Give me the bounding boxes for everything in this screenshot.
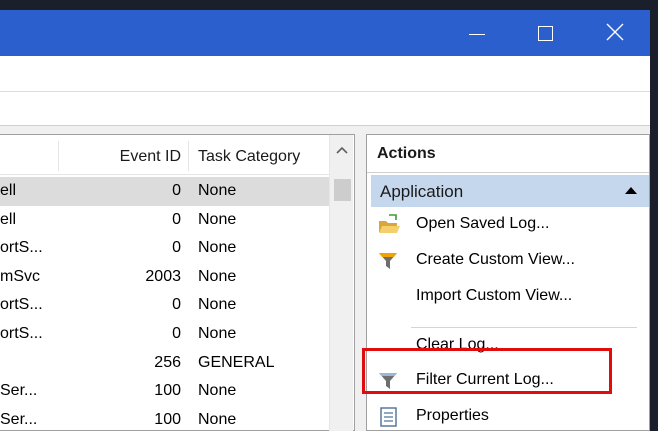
- column-separator: [58, 141, 59, 171]
- maximize-button[interactable]: [522, 10, 568, 56]
- chevron-up-icon[interactable]: [334, 143, 350, 157]
- event-id-cell: 256: [154, 353, 181, 371]
- table-row[interactable]: mSvc 2003 None: [0, 263, 329, 292]
- section-header-application[interactable]: Application: [371, 175, 649, 207]
- event-rows: ell 0 None ell 0 None ortS... 0 None mSv…: [0, 177, 329, 431]
- task-category-cell: None: [198, 324, 237, 342]
- event-id-cell: 0: [172, 182, 181, 199]
- actions-header: Actions: [367, 135, 649, 173]
- event-source-cell: Ser...: [0, 382, 38, 400]
- task-category-cell: None: [198, 410, 237, 428]
- table-row[interactable]: ell 0 None: [0, 177, 329, 206]
- event-id-cell: 100: [154, 382, 181, 400]
- task-category-cell: None: [198, 382, 237, 400]
- event-source-cell: ortS...: [0, 296, 43, 314]
- event-source-cell: ell: [0, 210, 17, 228]
- event-source-cell: ell: [0, 182, 17, 199]
- action-open-saved-log[interactable]: Open Saved Log...: [371, 209, 641, 241]
- divider: [411, 327, 637, 328]
- table-row[interactable]: ortS... 0 None: [0, 291, 329, 320]
- collapse-arrow-icon[interactable]: [625, 187, 637, 194]
- action-label: Import Custom View...: [416, 287, 573, 304]
- event-source-cell: ortS...: [0, 324, 43, 342]
- toolbar: [0, 92, 650, 126]
- table-row[interactable]: 256 GENERAL: [0, 349, 329, 378]
- task-category-cell: None: [198, 210, 237, 228]
- task-category-cell: GENERAL: [198, 353, 275, 371]
- vertical-scrollbar[interactable]: [329, 135, 353, 431]
- minimize-icon: [469, 34, 485, 35]
- column-header-task-category[interactable]: Task Category: [198, 148, 300, 166]
- properties-icon: [380, 407, 397, 427]
- action-label: Open Saved Log...: [416, 215, 550, 232]
- column-separator: [188, 141, 189, 171]
- maximize-icon: [538, 26, 553, 41]
- events-list-pane: Event ID Task Category ell 0 None ell 0 …: [0, 134, 355, 431]
- task-category-cell: None: [198, 296, 237, 314]
- filter-icon: [379, 253, 397, 269]
- event-id-cell: 0: [172, 324, 181, 342]
- column-header-row: Event ID Task Category: [0, 135, 329, 175]
- action-label: Create Custom View...: [416, 251, 575, 268]
- table-row[interactable]: Ser... 100 None: [0, 377, 329, 406]
- table-row[interactable]: Ser... 100 None: [0, 406, 329, 431]
- action-create-custom-view[interactable]: Create Custom View...: [371, 245, 641, 277]
- action-import-custom-view[interactable]: Import Custom View...: [371, 281, 641, 313]
- column-header-event-id[interactable]: Event ID: [120, 148, 181, 166]
- close-icon: [606, 23, 624, 41]
- event-id-cell: 0: [172, 210, 181, 228]
- scrollbar-thumb[interactable]: [334, 179, 351, 201]
- close-button[interactable]: [592, 10, 638, 56]
- menu-bar: [0, 56, 650, 92]
- highlight-box: [362, 348, 612, 394]
- event-id-cell: 0: [172, 239, 181, 257]
- event-source-cell: Ser...: [0, 410, 38, 428]
- action-properties[interactable]: Properties: [371, 401, 641, 431]
- folder-open-icon: [379, 214, 400, 233]
- title-bar: [0, 10, 650, 56]
- table-row[interactable]: ell 0 None: [0, 206, 329, 235]
- event-source-cell: ortS...: [0, 239, 43, 257]
- event-source-cell: mSvc: [0, 267, 40, 285]
- minimize-button[interactable]: [453, 10, 499, 56]
- event-id-cell: 0: [172, 296, 181, 314]
- task-category-cell: None: [198, 267, 237, 285]
- actions-title: Actions: [377, 145, 436, 162]
- event-id-cell: 2003: [145, 267, 181, 285]
- task-category-cell: None: [198, 182, 237, 199]
- table-row[interactable]: ortS... 0 None: [0, 234, 329, 263]
- table-row[interactable]: ortS... 0 None: [0, 320, 329, 349]
- action-label: Properties: [416, 407, 489, 424]
- section-title: Application: [380, 182, 464, 201]
- task-category-cell: None: [198, 239, 237, 257]
- event-id-cell: 100: [154, 410, 181, 428]
